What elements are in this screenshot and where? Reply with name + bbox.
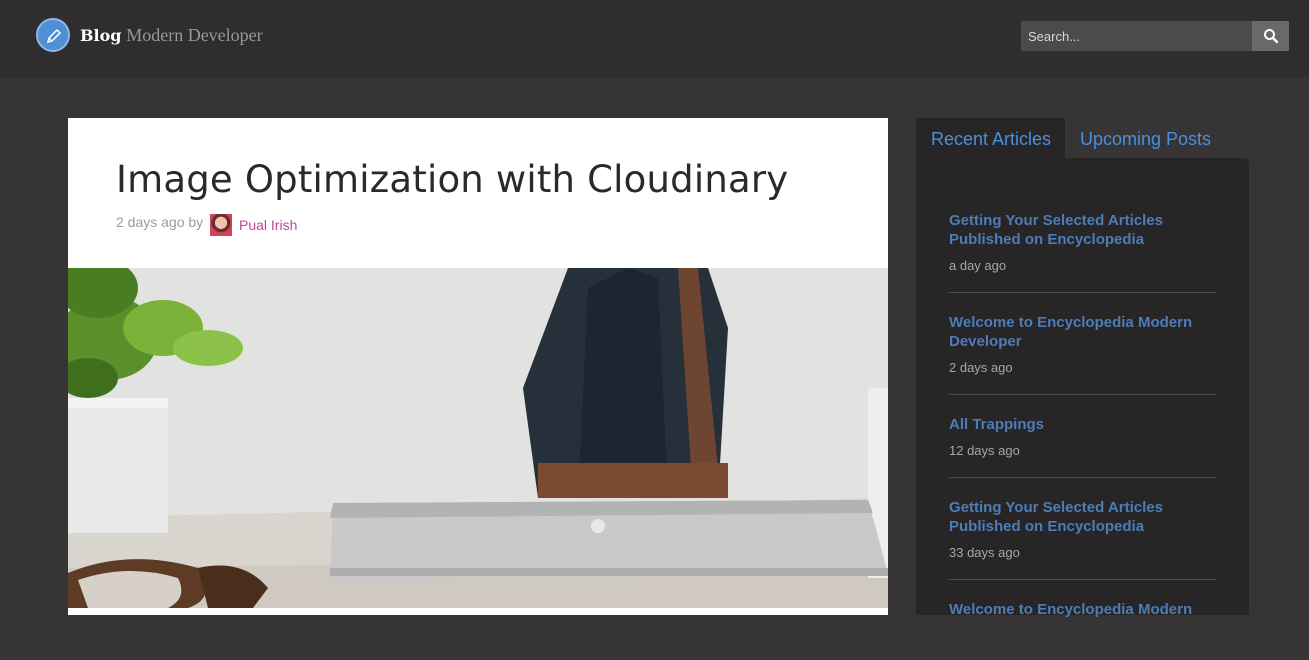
- hero-image: [68, 268, 888, 608]
- article-link[interactable]: All Trappings: [949, 415, 1216, 434]
- search-button[interactable]: [1252, 21, 1289, 51]
- article-time: 2 days ago: [949, 360, 1013, 375]
- recent-articles-panel: Getting Your Selected Articles Published…: [916, 158, 1249, 618]
- article-time: 33 days ago: [949, 545, 1020, 560]
- site-header: Blog Modern Developer: [0, 0, 1309, 78]
- logo[interactable]: [36, 18, 70, 52]
- list-item: All Trappings 12 days ago: [949, 415, 1216, 478]
- article-time: a day ago: [949, 258, 1007, 273]
- article-time: 12 days ago: [949, 443, 1020, 458]
- brand-sub: Modern Developer: [126, 25, 263, 45]
- article-meta: 2 days ago by: [116, 214, 204, 230]
- article-title: Image Optimization with Cloudinary: [116, 158, 789, 201]
- brand-main: Blog: [80, 26, 122, 45]
- article-link[interactable]: Welcome to Encyclopedia Modern Developer: [949, 313, 1216, 351]
- list-item: Welcome to Encyclopedia Modern Developer…: [949, 313, 1216, 395]
- search-bar: [1021, 21, 1289, 51]
- article-link[interactable]: Getting Your Selected Articles Published…: [949, 498, 1216, 536]
- author-link[interactable]: Pual Irish: [239, 217, 297, 233]
- tab-recent-articles[interactable]: Recent Articles: [916, 118, 1065, 160]
- search-input[interactable]: [1021, 21, 1252, 51]
- article-link[interactable]: Welcome to Encyclopedia Modern: [949, 600, 1216, 619]
- search-icon: [1264, 29, 1279, 44]
- article-link[interactable]: Getting Your Selected Articles Published…: [949, 211, 1216, 249]
- author-avatar[interactable]: [210, 214, 232, 236]
- pencil-icon: [46, 28, 62, 44]
- tab-upcoming-posts[interactable]: Upcoming Posts: [1065, 118, 1226, 160]
- list-item: Getting Your Selected Articles Published…: [949, 498, 1216, 580]
- list-item: Welcome to Encyclopedia Modern: [949, 600, 1216, 660]
- article-card: Image Optimization with Cloudinary 2 day…: [68, 118, 888, 615]
- list-item: Getting Your Selected Articles Published…: [949, 211, 1216, 293]
- site-brand[interactable]: Blog Modern Developer: [80, 25, 263, 46]
